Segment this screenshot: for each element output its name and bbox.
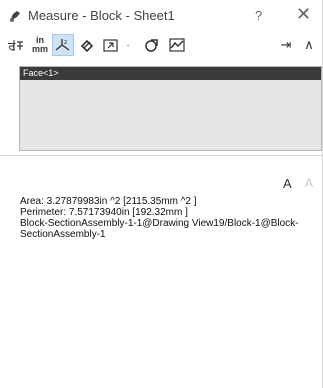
measure-window: Measure - Block - Sheet1 ? ✕ ਰ in mm z ·… [0, 0, 323, 388]
title-bar: Measure - Block - Sheet1 ? ✕ [0, 0, 323, 32]
svg-text:ਰ: ਰ [8, 39, 16, 52]
collapse-button[interactable]: ∧ [301, 34, 317, 56]
projected-dropdown-icon[interactable]: · [122, 34, 134, 56]
measure-results: Area: 3.27879983in ^2 [2115.35mm ^2 ] Pe… [20, 196, 318, 240]
divider [0, 155, 323, 156]
projected-on-icon[interactable] [100, 34, 122, 56]
measurement-history-icon[interactable] [140, 34, 162, 56]
svg-text:z: z [64, 39, 67, 46]
measure-app-icon [10, 11, 20, 22]
selection-item-face[interactable]: Face<1> [20, 67, 321, 80]
arc-circle-measurement-icon[interactable]: ਰ [6, 34, 28, 56]
units-precision-button[interactable]: in mm [30, 34, 50, 56]
close-button[interactable]: ✕ [296, 4, 311, 24]
xyz-icon: z [55, 39, 70, 51]
point-to-point-icon[interactable] [76, 34, 98, 56]
toolbar: ਰ in mm z · ⇥ ∧ [0, 32, 323, 58]
area-result: Area: 3.27879983in ^2 [2115.35mm ^2 ] [20, 196, 197, 207]
create-sensor-icon[interactable] [166, 34, 188, 56]
perimeter-result: Perimeter: 7.57173940in [192.32mm ] [20, 207, 188, 218]
entity-path: Block-SectionAssembly-1-1@Drawing View19… [20, 218, 299, 240]
selection-list[interactable]: Face<1> [19, 66, 322, 151]
increase-font-size-button[interactable]: A [283, 176, 292, 191]
decrease-font-size-button[interactable]: A [305, 176, 313, 190]
pin-button[interactable]: ⇥ [278, 34, 294, 56]
help-button[interactable]: ? [255, 8, 262, 23]
units-mm-label: mm [31, 44, 48, 54]
window-title: Measure - Block - Sheet1 [28, 8, 175, 23]
show-xyz-measurements-button[interactable]: z [52, 34, 74, 56]
